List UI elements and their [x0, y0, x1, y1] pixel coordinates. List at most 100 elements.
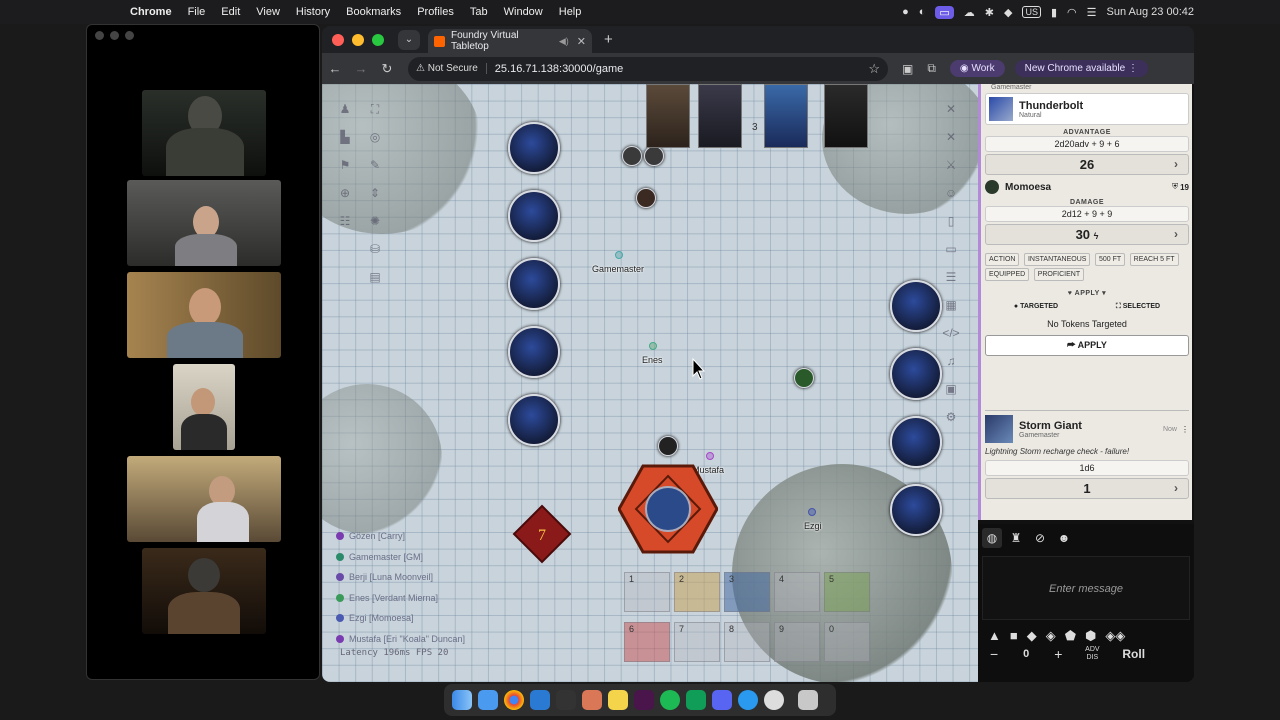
attack-total[interactable]: 26 › — [985, 154, 1189, 175]
d4-icon[interactable]: ▲ — [988, 628, 1001, 644]
damage-total[interactable]: 30 ϟ › — [985, 224, 1189, 245]
roll-button[interactable]: Roll — [1122, 647, 1145, 661]
playlists-tab-icon[interactable]: ♫ — [942, 352, 960, 370]
webcam-tile-2[interactable] — [127, 180, 281, 266]
decrement-modifier-icon[interactable]: − — [990, 646, 998, 662]
activity-monitor-icon[interactable] — [764, 690, 784, 710]
address-bar[interactable]: ⚠ Not Secure 25.16.71.138:30000/game ☆ — [408, 56, 888, 81]
wifi-icon[interactable]: ◠ — [1067, 6, 1077, 19]
chrome-icon[interactable] — [504, 690, 524, 710]
player-entry[interactable]: Ezgi [Momoesa] — [336, 608, 465, 629]
tab-search-chevron-icon[interactable]: ⌄ — [398, 29, 420, 50]
notes-icon[interactable] — [608, 690, 628, 710]
webcam-tile-1[interactable] — [142, 90, 266, 176]
public-roll-icon[interactable]: ◍ — [982, 528, 1002, 548]
storm-creature-token[interactable] — [508, 258, 560, 310]
trash-icon[interactable] — [798, 690, 818, 710]
bookmark-star-icon[interactable]: ☆ — [868, 61, 880, 77]
menu-bookmarks[interactable]: Bookmarks — [338, 6, 409, 18]
tables-tab-icon[interactable]: ☰ — [942, 268, 960, 286]
collapse-sidebar-icon[interactable]: ✕ — [942, 100, 960, 118]
back-arrow-icon[interactable]: ← — [322, 61, 348, 76]
storm-creature-token[interactable] — [890, 484, 942, 536]
gm-roll-icon[interactable]: ♜ — [1006, 528, 1026, 548]
chat-tab-icon[interactable]: ✕ — [942, 128, 960, 146]
hotbar-slot[interactable]: 3 — [724, 572, 770, 612]
item-header[interactable]: Thunderbolt Natural — [985, 93, 1189, 125]
journal-tab-icon[interactable]: ▭ — [942, 240, 960, 258]
expand-chevron-icon[interactable]: › — [1174, 157, 1178, 171]
battle-map-canvas[interactable]: Gamemaster Enes Mustafa Ezgi 3 7 Gözen [… — [322, 84, 978, 682]
notes-controls-icon[interactable]: ⚑ — [336, 156, 354, 174]
menu-file[interactable]: File — [180, 6, 214, 18]
combatant-portrait[interactable] — [764, 84, 808, 148]
menu-view[interactable]: View — [248, 6, 288, 18]
record-icon[interactable]: ● — [902, 6, 909, 18]
player-entry[interactable]: Berji [Luna Moonveil] — [336, 567, 465, 588]
hotbar-slot[interactable]: 9 — [774, 622, 820, 662]
hotbar-slot[interactable]: 4 — [774, 572, 820, 612]
cloud-icon[interactable]: ☁ — [964, 6, 975, 19]
self-roll-icon[interactable]: ☻ — [1054, 528, 1074, 548]
storm-creature-token[interactable] — [508, 122, 560, 174]
measure-controls-icon[interactable]: ▙ — [336, 128, 354, 146]
url-text[interactable]: 25.16.71.138:30000/game — [495, 63, 869, 75]
player-token[interactable] — [622, 146, 642, 166]
player-token[interactable] — [636, 188, 656, 208]
tab-close-icon[interactable]: ✕ — [577, 35, 586, 48]
unity-icon[interactable] — [556, 690, 576, 710]
hotbar-slot[interactable]: 0 — [824, 622, 870, 662]
hotbar-slot[interactable]: 7 — [674, 622, 720, 662]
bluetooth-icon[interactable]: ✱ — [985, 6, 994, 19]
macros-tab-icon[interactable]: </> — [942, 324, 960, 342]
storm-creature-token[interactable] — [890, 348, 942, 400]
player-entry[interactable]: Mustafa [Eri "Koala" Duncan] — [336, 629, 465, 650]
compendium-tab-icon[interactable]: ▣ — [942, 380, 960, 398]
items-tab-icon[interactable]: ▯ — [942, 212, 960, 230]
player-token[interactable] — [794, 368, 814, 388]
combat-tab-icon[interactable]: ⚔ — [942, 156, 960, 174]
hotbar-slot[interactable]: 5 — [824, 572, 870, 612]
storm-creature-token[interactable] — [508, 394, 560, 446]
menu-profiles[interactable]: Profiles — [409, 6, 462, 18]
webcam-tile-6[interactable] — [142, 548, 266, 634]
screen-record-icon[interactable]: ▭ — [935, 5, 954, 19]
combatant-portrait[interactable] — [824, 84, 868, 148]
cards-tab-icon[interactable]: ▦ — [942, 296, 960, 314]
mail-icon[interactable] — [478, 690, 498, 710]
hotbar-slot[interactable]: 6 — [624, 622, 670, 662]
sounds-controls-icon[interactable]: ▤ — [366, 268, 384, 286]
tab-foundry[interactable]: Foundry Virtual Tabletop ◀) ✕ — [428, 29, 592, 53]
chat-message-input[interactable]: Enter message — [982, 556, 1190, 620]
hotbar-slot[interactable]: 2 — [674, 572, 720, 612]
menu-history[interactable]: History — [288, 6, 338, 18]
webcam-tile-3[interactable] — [127, 272, 281, 358]
expand-chevron-icon[interactable]: › — [1174, 481, 1178, 495]
targeted-mode-button[interactable]: ● TARGETED — [1014, 303, 1058, 311]
roll-formula[interactable]: 1d6 — [985, 460, 1189, 476]
reload-icon[interactable]: ↻ — [374, 61, 400, 77]
d8-icon[interactable]: ◆ — [1027, 628, 1037, 644]
token-controls-icon[interactable]: ♟ — [336, 100, 354, 118]
player-entry[interactable]: Gamemaster [GM] — [336, 547, 465, 568]
player-entry[interactable]: Enes [Verdant Mierna] — [336, 588, 465, 609]
forward-arrow-icon[interactable]: → — [348, 61, 374, 76]
sheets-icon[interactable] — [686, 690, 706, 710]
d100-icon[interactable]: ◈◈ — [1105, 628, 1125, 644]
roll-total[interactable]: 1 › — [985, 478, 1189, 499]
player-token[interactable] — [658, 436, 678, 456]
keyboard-layout-icon[interactable]: US — [1022, 6, 1041, 18]
spotify-icon[interactable] — [660, 690, 680, 710]
menu-tab[interactable]: Tab — [462, 6, 496, 18]
zoom-window-button[interactable] — [372, 33, 384, 46]
actors-tab-icon[interactable]: ☺ — [942, 184, 960, 202]
adv-dis-toggle[interactable]: ADV DIS — [1080, 646, 1104, 662]
lighting-controls-icon[interactable]: ⛁ — [366, 240, 384, 258]
menu-help[interactable]: Help — [551, 6, 590, 18]
selected-mode-button[interactable]: ⛶ SELECTED — [1116, 303, 1160, 311]
webcam-tile-5[interactable] — [127, 456, 281, 542]
chat-log[interactable]: Gamemaster Thunderbolt Natural ADVANTAGE… — [978, 84, 1192, 520]
player-entry[interactable]: Gözen [Carry] — [336, 526, 465, 547]
settings-tab-icon[interactable]: ⚙ — [942, 408, 960, 426]
battery-icon[interactable]: ▮ — [1051, 6, 1057, 19]
